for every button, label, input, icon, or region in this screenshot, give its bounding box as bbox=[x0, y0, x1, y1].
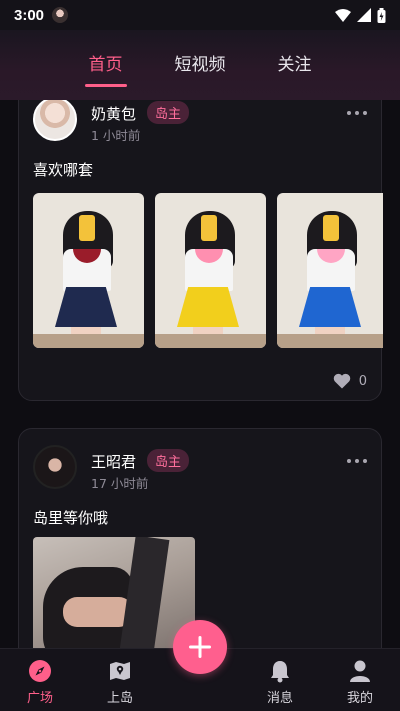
post-text: 喜欢哪套 bbox=[33, 161, 94, 179]
tab-follow[interactable]: 关注 bbox=[278, 50, 312, 75]
post-card[interactable]: 奶黄包 岛主 1 小时前 喜欢哪套 0 bbox=[18, 100, 383, 401]
like-count: 0 bbox=[358, 373, 367, 389]
nav-item-me[interactable]: 我的 bbox=[320, 648, 400, 711]
post-photo[interactable] bbox=[33, 537, 195, 648]
nav-item-plaza[interactable]: 广场 bbox=[0, 648, 80, 711]
post-card[interactable]: 王昭君 岛主 17 小时前 岛里等你哦 bbox=[18, 428, 382, 648]
top-tabs: 首页 短视频 关注 bbox=[0, 30, 400, 87]
person-icon bbox=[350, 660, 370, 682]
bell-icon bbox=[271, 661, 289, 683]
feed[interactable]: 奶黄包 岛主 1 小时前 喜欢哪套 0 王昭君 岛主 17 小时前 岛里等你哦 bbox=[0, 100, 400, 648]
plus-icon bbox=[189, 636, 211, 658]
like-row: 0 bbox=[333, 373, 367, 389]
status-bar: 3:00 bbox=[0, 0, 400, 30]
wifi-icon bbox=[335, 8, 351, 22]
compass-icon bbox=[29, 660, 51, 682]
post-photo[interactable] bbox=[155, 193, 266, 348]
signal-icon bbox=[357, 8, 371, 22]
avatar[interactable] bbox=[33, 445, 77, 489]
post-username[interactable]: 王昭君 bbox=[91, 451, 136, 472]
post-time: 1 小时前 bbox=[91, 128, 141, 143]
tab-short-video[interactable]: 短视频 bbox=[175, 50, 226, 75]
map-icon bbox=[110, 662, 130, 680]
post-photo[interactable] bbox=[33, 193, 144, 348]
post-time: 17 小时前 bbox=[91, 476, 149, 491]
status-badge: 岛主 bbox=[147, 101, 190, 124]
status-badge: 岛主 bbox=[147, 449, 190, 472]
status-time: 3:00 bbox=[14, 6, 45, 24]
more-icon[interactable] bbox=[347, 111, 367, 117]
status-icons bbox=[335, 7, 386, 23]
post-text: 岛里等你哦 bbox=[33, 509, 109, 527]
nav-label: 广场 bbox=[26, 691, 53, 706]
avatar[interactable] bbox=[33, 100, 77, 141]
post-username[interactable]: 奶黄包 bbox=[91, 103, 136, 124]
nav-item-messages[interactable]: 消息 bbox=[240, 648, 320, 711]
header: 首页 短视频 关注 bbox=[0, 30, 400, 100]
tab-home[interactable]: 首页 bbox=[84, 50, 127, 87]
post-photo[interactable] bbox=[277, 193, 383, 348]
nav-label: 上岛 bbox=[106, 691, 133, 706]
heart-icon[interactable] bbox=[333, 373, 351, 389]
nav-label: 我的 bbox=[346, 691, 373, 706]
add-post-button[interactable] bbox=[173, 620, 227, 674]
nav-label: 消息 bbox=[266, 691, 293, 706]
battery-icon bbox=[377, 7, 386, 23]
more-icon[interactable] bbox=[347, 459, 367, 465]
nav-item-island[interactable]: 上岛 bbox=[80, 648, 160, 711]
avatar-icon bbox=[52, 7, 69, 23]
